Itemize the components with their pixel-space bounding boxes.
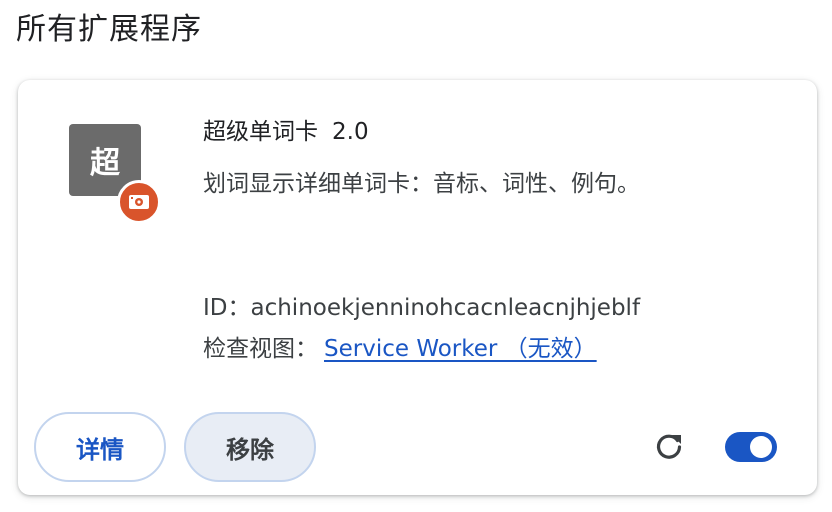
toggle-knob xyxy=(750,436,772,458)
enable-toggle[interactable] xyxy=(725,432,777,462)
extension-name: 超级单词卡 xyxy=(203,119,318,145)
inspect-views-label: 检查视图： xyxy=(203,336,318,362)
details-button[interactable]: 详情 xyxy=(34,412,166,482)
extension-name-row: 超级单词卡 2.0 xyxy=(203,116,369,148)
extension-description: 划词显示详细单词卡：音标、词性、例句。 xyxy=(203,171,640,197)
reload-icon[interactable] xyxy=(652,430,686,464)
remove-button[interactable]: 移除 xyxy=(184,412,316,482)
extension-id: ID：achinoekjenninohcacnleacnjhjeblf xyxy=(203,295,641,321)
section-title: 所有扩展程序 xyxy=(16,12,202,47)
extension-version: 2.0 xyxy=(332,119,369,145)
extension-card: 超 超级单词卡 2.0 划词显示详细单词卡：音标、词性、例句。 ID：achino… xyxy=(18,80,817,495)
extension-icon-group: 超 xyxy=(69,124,165,224)
puzzle-badge-icon xyxy=(117,180,161,224)
service-worker-link[interactable]: Service Worker （无效） xyxy=(324,336,597,362)
inspect-views-row: 检查视图： Service Worker （无效） xyxy=(203,333,597,365)
